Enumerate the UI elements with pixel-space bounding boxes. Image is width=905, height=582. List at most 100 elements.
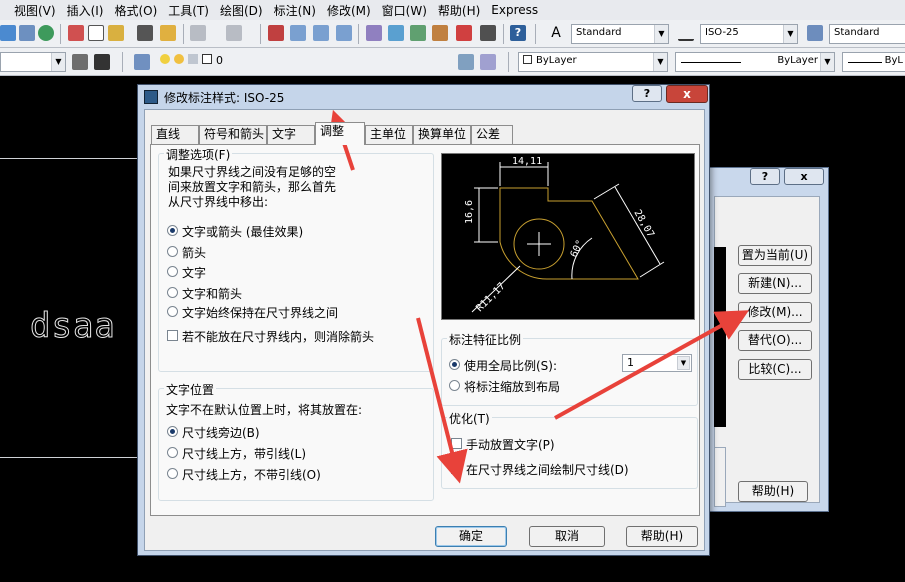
plot-icon[interactable] xyxy=(19,25,35,41)
zoom-window-icon[interactable] xyxy=(313,25,329,41)
drawing-text: dsaa xyxy=(30,306,116,347)
menu-tools[interactable]: 工具(T) xyxy=(168,2,209,19)
layer-value: 0 xyxy=(216,54,223,67)
design-center-icon[interactable] xyxy=(388,25,404,41)
drawing-line xyxy=(0,457,137,458)
block-editor-icon[interactable] xyxy=(160,25,176,41)
menu-express[interactable]: Express xyxy=(491,3,538,17)
help-icon[interactable]: ? xyxy=(510,25,526,41)
tab-symbols-arrows[interactable]: 符号和箭头 xyxy=(199,125,267,144)
paste-icon[interactable] xyxy=(108,25,124,41)
radio-over-with-leader[interactable] xyxy=(167,447,178,458)
new-style-button[interactable]: 新建(N)... xyxy=(738,273,812,294)
tab-alternate-units[interactable]: 换算单位 xyxy=(413,125,471,144)
checkbox-label: 若不能放在尺寸界线内，则消除箭头 xyxy=(182,330,375,344)
menu-view[interactable]: 视图(V) xyxy=(14,2,56,19)
redo-icon[interactable] xyxy=(226,25,242,41)
text-style-dropdown[interactable]: Standard ▼ xyxy=(571,24,669,44)
tab-primary-units[interactable]: 主单位 xyxy=(365,125,413,144)
chevron-down-icon: ▼ xyxy=(654,25,668,43)
radio-text-or-arrows[interactable] xyxy=(167,225,178,236)
override-style-button[interactable]: 替代(O)... xyxy=(738,330,812,351)
dialog-title: 修改标注样式: ISO-25 xyxy=(164,91,285,105)
markup-icon[interactable] xyxy=(456,25,472,41)
fit-options-legend: 调整选项(F) xyxy=(164,146,233,163)
manual-text-checkbox[interactable] xyxy=(451,438,462,449)
layer-dropdown[interactable]: 0 xyxy=(156,52,505,72)
dialog-client: 直线 符号和箭头 文字 调整 主单位 换算单位 公差 调整选项(F) 如果尺寸界… xyxy=(144,109,705,551)
undo-icon[interactable] xyxy=(190,25,206,41)
radio-label: 文字或箭头 (最佳效果) xyxy=(182,225,304,239)
radio-beside-dimline[interactable] xyxy=(167,426,178,437)
overall-scale-input[interactable]: 1 ▼ xyxy=(622,354,692,372)
radio-use-overall-scale[interactable] xyxy=(449,359,460,370)
table-style-icon xyxy=(807,25,823,41)
cancel-button[interactable]: 取消 xyxy=(529,526,605,547)
toolbar-separator xyxy=(260,24,261,44)
radio-over-without-leader[interactable] xyxy=(167,468,178,479)
menu-format[interactable]: 格式(O) xyxy=(114,2,157,19)
radio-text[interactable] xyxy=(167,266,178,277)
open-icon[interactable] xyxy=(0,25,16,41)
tab-fit[interactable]: 调整 xyxy=(315,122,365,145)
lineweight-dropdown[interactable]: ByL xyxy=(842,52,905,72)
styles-preview-edge xyxy=(714,247,726,427)
color-dropdown[interactable]: ByLayer ▼ xyxy=(518,52,668,72)
menu-modify[interactable]: 修改(M) xyxy=(327,2,371,19)
tool-palettes-icon[interactable] xyxy=(410,25,426,41)
spinner-icon[interactable]: ▼ xyxy=(677,356,690,370)
zoom-previous-icon[interactable] xyxy=(336,25,352,41)
menu-insert[interactable]: 插入(I) xyxy=(67,2,104,19)
pan-icon[interactable] xyxy=(268,25,284,41)
tab-lines[interactable]: 直线 xyxy=(151,125,199,144)
layer-manager-icon[interactable] xyxy=(134,54,150,70)
match-properties-icon[interactable] xyxy=(137,25,153,41)
draw-dimline-checkbox[interactable] xyxy=(451,463,462,474)
make-current-layer-icon[interactable] xyxy=(458,54,474,70)
finetune-group xyxy=(441,417,698,489)
back-help-button[interactable]: 帮助(H) xyxy=(738,481,808,502)
copy-icon[interactable] xyxy=(88,25,104,41)
cut-icon[interactable] xyxy=(68,25,84,41)
table-style-dropdown[interactable]: Standard xyxy=(829,24,905,44)
properties-icon[interactable] xyxy=(366,25,382,41)
radio-text-and-arrows[interactable] xyxy=(167,287,178,298)
preview-dim-left: 16,6 xyxy=(464,200,475,224)
layer-previous-icon[interactable] xyxy=(480,54,496,70)
workspace-settings-icon[interactable] xyxy=(72,54,88,70)
checkbox-label: 手动放置文字(P) xyxy=(466,438,555,452)
calculator-icon[interactable] xyxy=(480,25,496,41)
close-title-button[interactable]: x xyxy=(666,85,708,103)
standard-toolbar: ? A Standard ▼ ISO-25 ▼ Standard xyxy=(0,20,905,48)
radio-scale-to-layout[interactable] xyxy=(449,380,460,391)
modify-style-button[interactable]: 修改(M)... xyxy=(738,302,812,323)
sheet-set-icon[interactable] xyxy=(432,25,448,41)
workspace-dropdown[interactable]: ▼ xyxy=(0,52,66,72)
tab-tolerances[interactable]: 公差 xyxy=(471,125,513,144)
menu-dimension[interactable]: 标注(N) xyxy=(274,2,316,19)
menu-help[interactable]: 帮助(H) xyxy=(438,2,480,19)
menu-draw[interactable]: 绘图(D) xyxy=(220,2,263,19)
publish-icon[interactable] xyxy=(38,25,54,41)
linetype-dropdown[interactable]: ByLayer ▼ xyxy=(675,52,835,72)
help-title-button[interactable]: ? xyxy=(750,168,780,185)
dim-style-dropdown[interactable]: ISO-25 ▼ xyxy=(700,24,798,44)
set-current-button[interactable]: 置为当前(U) xyxy=(738,245,812,266)
help-title-button[interactable]: ? xyxy=(632,85,662,102)
compare-style-button[interactable]: 比较(C)... xyxy=(738,359,812,380)
text-placement-legend: 文字位置 xyxy=(164,381,217,398)
suppress-arrows-checkbox[interactable] xyxy=(167,330,178,341)
tab-text[interactable]: 文字 xyxy=(267,125,315,144)
lock-ui-icon[interactable] xyxy=(94,54,110,70)
toolbar-separator xyxy=(122,52,123,72)
zoom-realtime-icon[interactable] xyxy=(290,25,306,41)
radio-always-keep-text[interactable] xyxy=(167,306,178,317)
close-title-button[interactable]: x xyxy=(784,168,824,185)
dim-style-icon xyxy=(678,25,694,41)
chevron-down-icon: ▼ xyxy=(783,25,797,43)
radio-arrows[interactable] xyxy=(167,246,178,257)
drawing-line xyxy=(0,158,137,159)
help-button[interactable]: 帮助(H) xyxy=(626,526,698,547)
ok-button[interactable]: 确定 xyxy=(435,526,507,547)
menu-window[interactable]: 窗口(W) xyxy=(382,2,427,19)
